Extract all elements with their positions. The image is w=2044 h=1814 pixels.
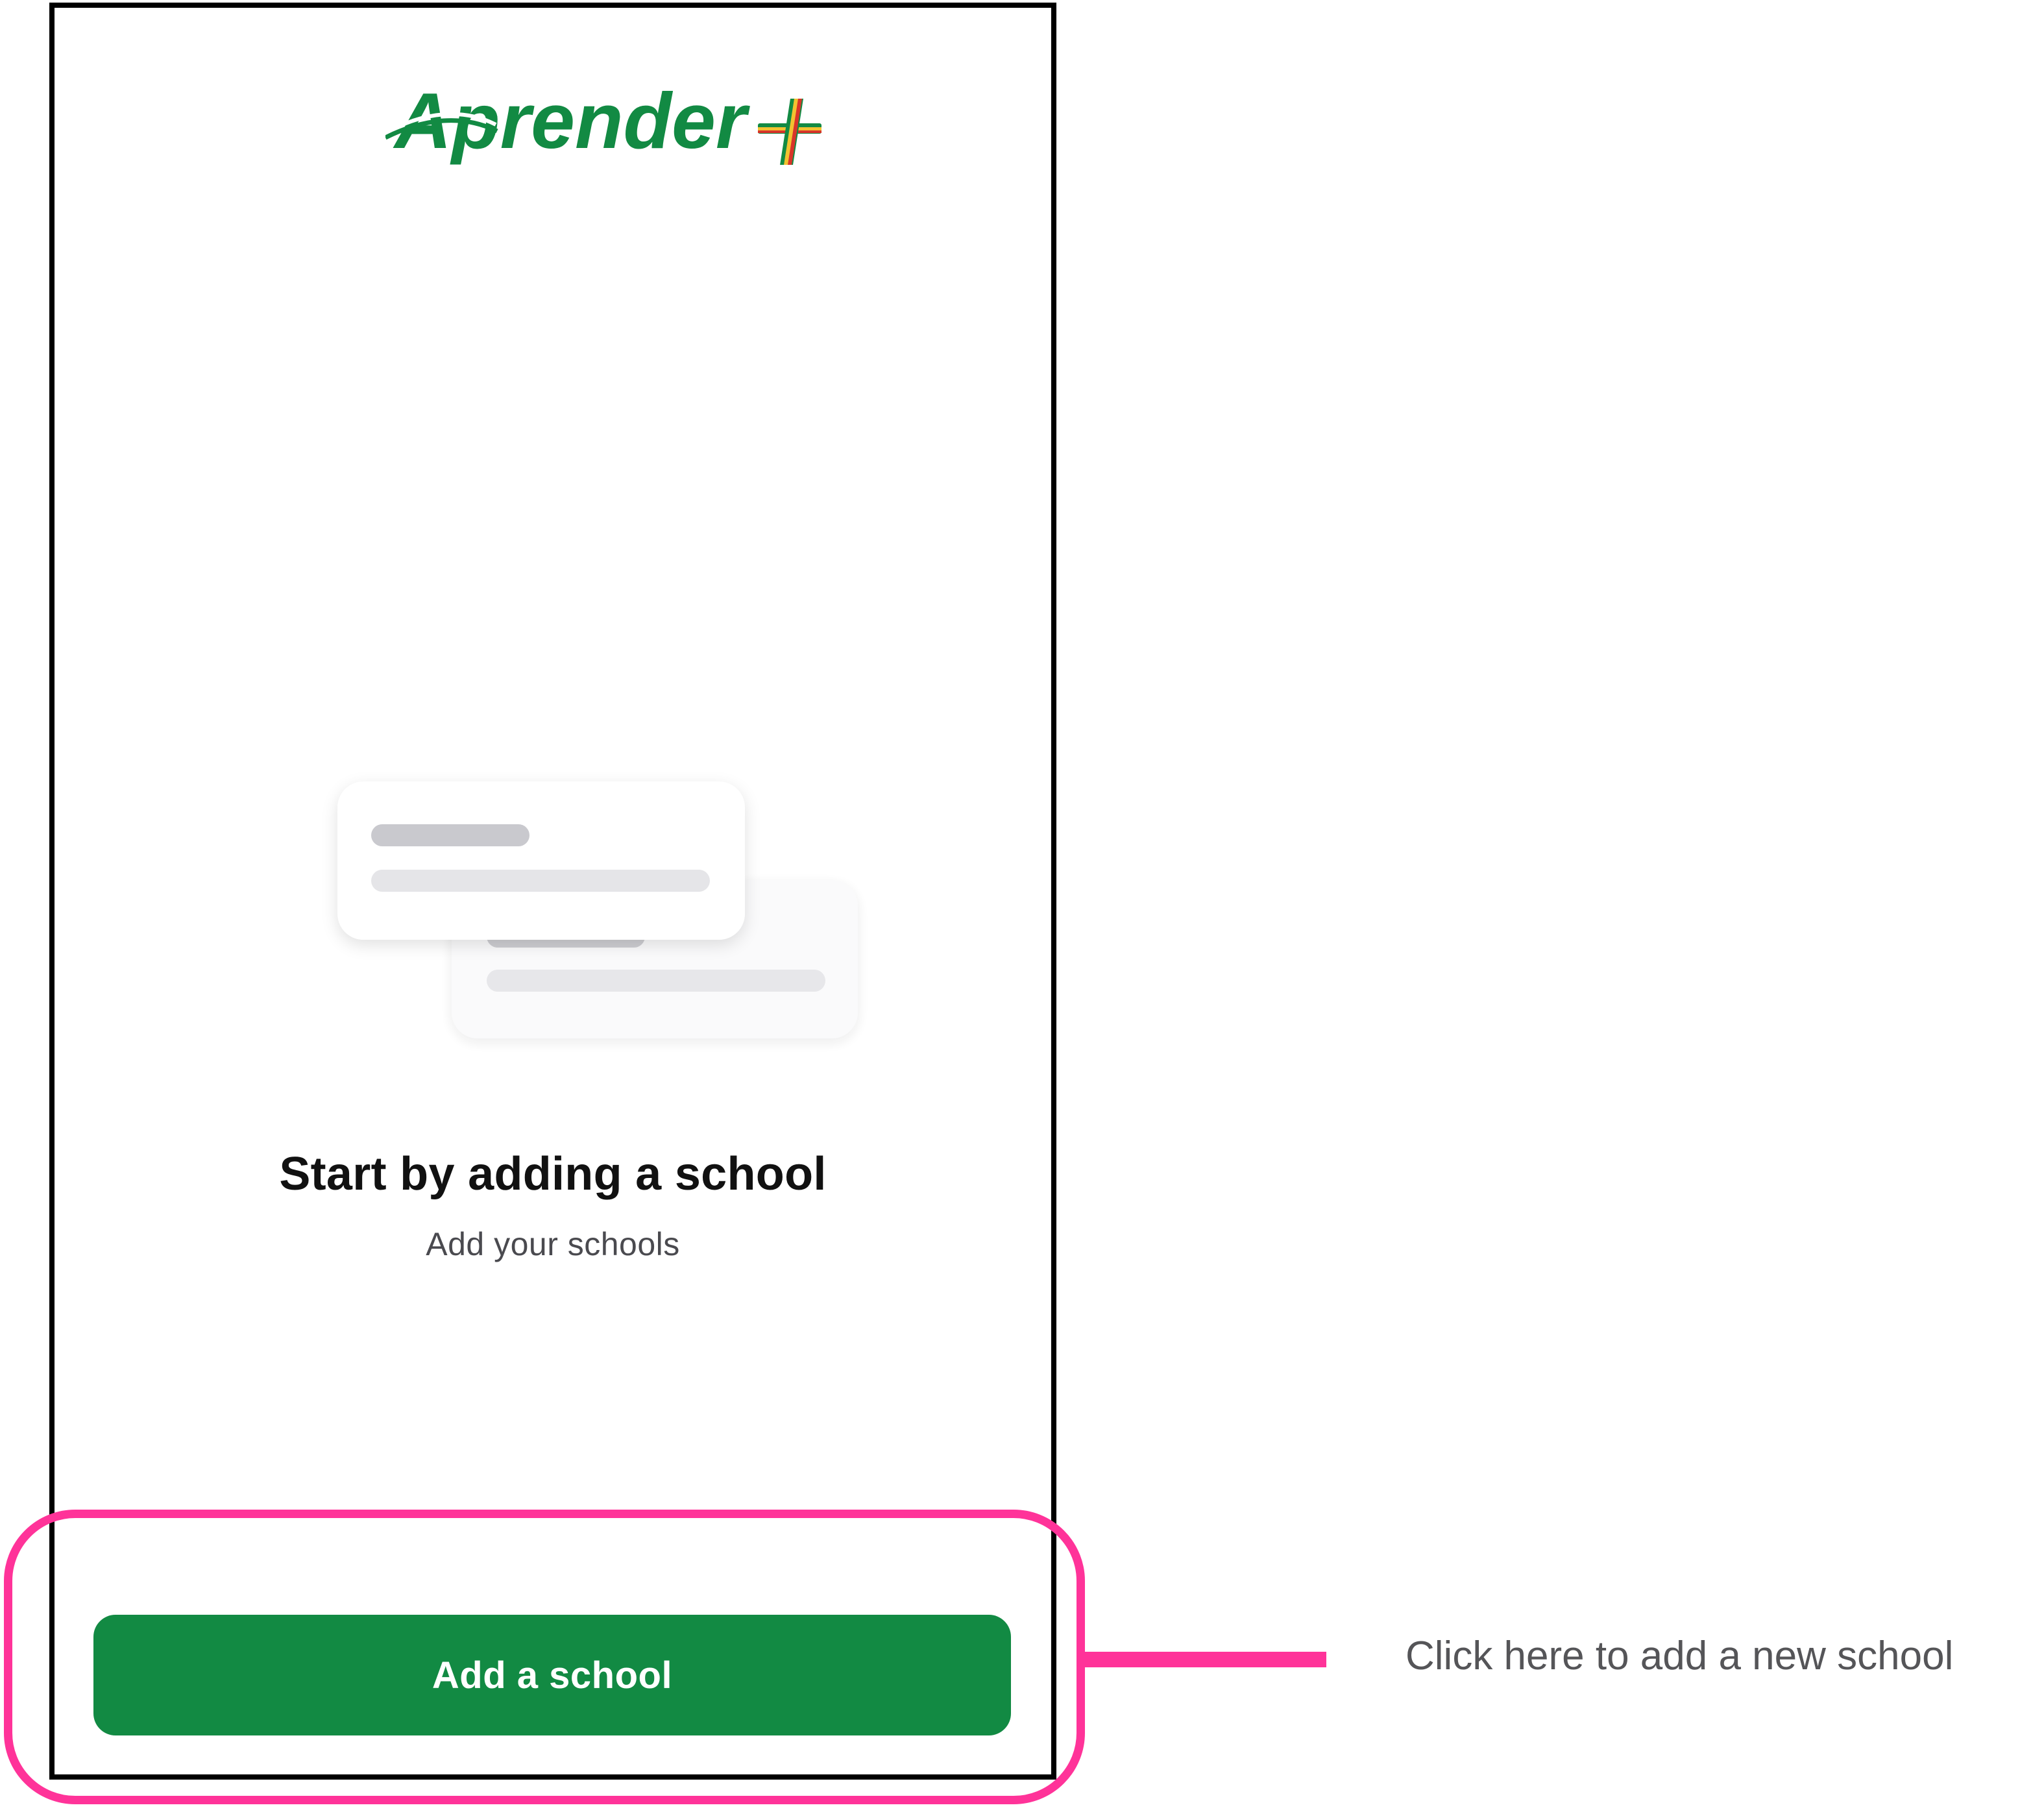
empty-state-title: Start by adding a school [279, 1148, 827, 1200]
phone-screen: Aprender Start by adding a school Add yo… [49, 3, 1056, 1780]
empty-state-subtitle: Add your schools [426, 1226, 680, 1262]
aprender-logo: Aprender [385, 79, 827, 170]
placeholder-card-front [337, 781, 745, 940]
annotation-connector-line [1085, 1652, 1326, 1667]
stacked-cards-placeholder-icon [337, 778, 870, 1050]
annotation-callout-text: Click here to add a new school [1405, 1634, 1954, 1678]
add-school-button[interactable]: Add a school [93, 1615, 1011, 1735]
plus-icon [758, 99, 821, 165]
